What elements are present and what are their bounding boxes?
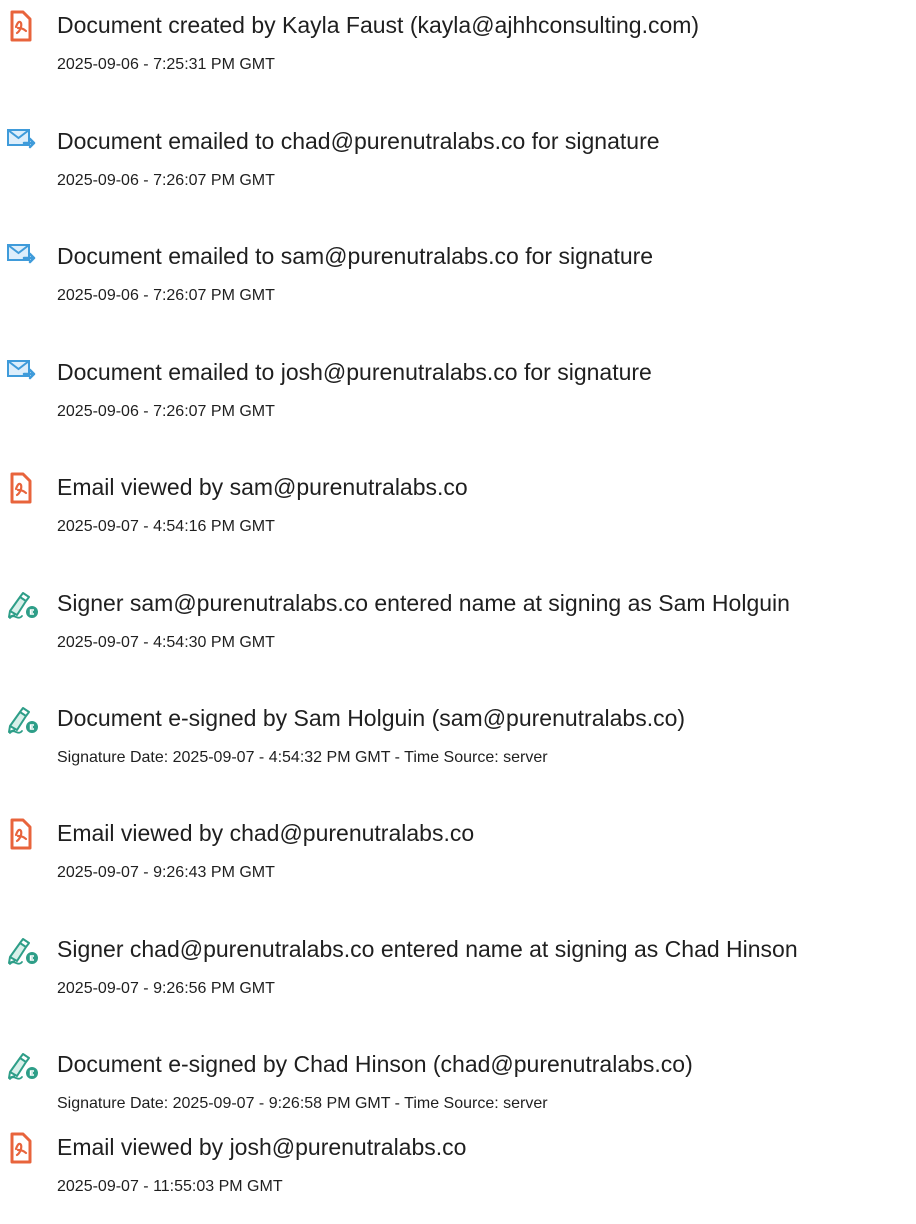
entry-timestamp: 2025-09-07 - 11:55:03 PM GMT [57, 1178, 283, 1195]
entry-timestamp: Signature Date: 2025-09-07 - 9:26:58 PM … [57, 1095, 548, 1112]
history-entry: Signer chad@purenutralabs.co entered nam… [0, 934, 916, 1024]
entry-title: Document emailed to josh@purenutralabs.c… [57, 359, 652, 385]
history-entry: Document emailed to chad@purenutralabs.c… [0, 126, 916, 216]
entry-title: Document emailed to chad@purenutralabs.c… [57, 128, 660, 154]
entry-timestamp: 2025-09-07 - 9:26:43 PM GMT [57, 864, 275, 881]
history-entry: Document emailed to josh@purenutralabs.c… [0, 357, 916, 447]
e-sign-pen-icon [6, 588, 46, 622]
document-icon [6, 472, 46, 506]
entry-title: Email viewed by sam@purenutralabs.co [57, 474, 468, 500]
email-sent-icon [6, 357, 46, 391]
entry-title: Document emailed to sam@purenutralabs.co… [57, 243, 654, 269]
entry-timestamp: 2025-09-07 - 4:54:16 PM GMT [57, 518, 275, 535]
history-entry: Document e-signed by Sam Holguin (sam@pu… [0, 703, 916, 793]
history-entry: Email viewed by sam@purenutralabs.co 202… [0, 472, 916, 562]
entry-title: Signer sam@purenutralabs.co entered name… [57, 590, 790, 616]
entry-title: Document e-signed by Sam Holguin (sam@pu… [57, 705, 686, 731]
entry-title: Signer chad@purenutralabs.co entered nam… [57, 936, 798, 962]
history-entry: Signer sam@purenutralabs.co entered name… [0, 588, 916, 678]
document-icon [6, 818, 46, 852]
entry-timestamp: 2025-09-07 - 9:26:56 PM GMT [57, 980, 275, 997]
entry-timestamp: 2025-09-06 - 7:25:31 PM GMT [57, 56, 275, 73]
entry-timestamp: 2025-09-06 - 7:26:07 PM GMT [57, 287, 275, 304]
history-entry: Document created by Kayla Faust (kayla@a… [0, 10, 916, 100]
entry-timestamp: Signature Date: 2025-09-07 - 4:54:32 PM … [57, 749, 548, 766]
e-sign-pen-icon [6, 1049, 46, 1083]
history-entry: Email viewed by chad@purenutralabs.co 20… [0, 818, 916, 908]
entry-title: Document e-signed by Chad Hinson (chad@p… [57, 1051, 693, 1077]
entry-title: Document created by Kayla Faust (kayla@a… [57, 12, 700, 38]
entry-title: Email viewed by chad@purenutralabs.co [57, 820, 475, 846]
email-sent-icon [6, 126, 46, 160]
history-entry: Document e-signed by Chad Hinson (chad@p… [0, 1049, 916, 1139]
history-entry: Email viewed by josh@purenutralabs.co 20… [0, 1132, 916, 1222]
e-sign-pen-icon [6, 934, 46, 968]
audit-history-log: Document created by Kayla Faust (kayla@a… [0, 0, 916, 1224]
email-sent-icon [6, 241, 46, 275]
entry-timestamp: 2025-09-06 - 7:26:07 PM GMT [57, 172, 275, 189]
entry-timestamp: 2025-09-06 - 7:26:07 PM GMT [57, 403, 275, 420]
entry-title: Email viewed by josh@purenutralabs.co [57, 1134, 467, 1160]
e-sign-pen-icon [6, 703, 46, 737]
document-icon [6, 1132, 46, 1166]
entry-timestamp: 2025-09-07 - 4:54:30 PM GMT [57, 634, 275, 651]
document-icon [6, 10, 46, 44]
history-entry: Document emailed to sam@purenutralabs.co… [0, 241, 916, 331]
